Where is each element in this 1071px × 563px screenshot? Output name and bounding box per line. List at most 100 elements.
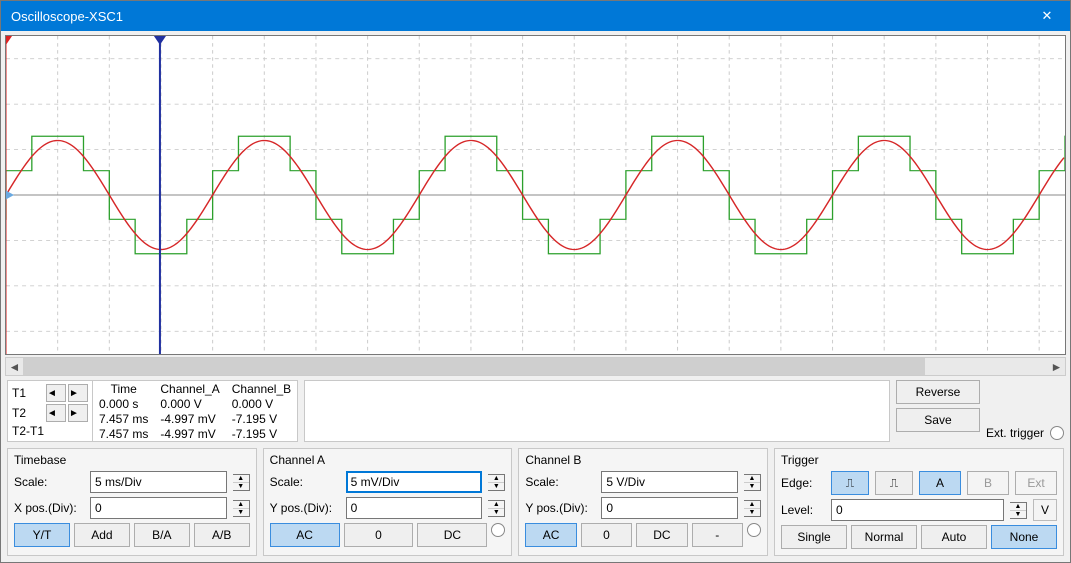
timebase-scale-spinner[interactable]: ▲▼ [233,474,250,491]
timebase-scale-input[interactable]: 5 ms/Div [90,471,227,493]
mode-ba-button[interactable]: B/A [134,523,190,547]
t2-cha: -4.997 mV [154,411,225,426]
timebase-xpos-spinner[interactable]: ▲▼ [233,500,250,517]
cha-scale-spinner[interactable]: ▲▼ [488,474,505,491]
chb-ypos-label: Y pos.(Div): [525,501,595,515]
chb-invert-button[interactable]: - [692,523,743,547]
scroll-left-icon[interactable]: ◄ [6,359,23,374]
horizontal-scrollbar[interactable]: ◄ ► [5,357,1066,376]
trigger-title: Trigger [781,453,1057,467]
timebase-group: Timebase Scale: 5 ms/Div ▲▼ X pos.(Div):… [7,448,257,556]
chb-title: Channel B [525,453,761,467]
mode-yt-button[interactable]: Y/T [14,523,70,547]
t1-right-button[interactable]: ► [68,384,88,402]
cha-ypos-spinner[interactable]: ▲▼ [488,500,505,517]
spin-up-icon[interactable]: ▲ [488,475,504,483]
spin-down-icon[interactable]: ▼ [488,483,504,490]
cha-ypos-input[interactable]: 0 [346,497,483,519]
readout-spacer [304,380,890,442]
cha-title: Channel A [270,453,506,467]
spin-up-icon[interactable]: ▲ [233,501,249,509]
chb-ac-button[interactable]: AC [525,523,576,547]
trigger-level-unit: V [1033,499,1057,521]
cha-scale-label: Scale: [270,475,340,489]
chb-zero-button[interactable]: 0 [581,523,632,547]
spin-down-icon[interactable]: ▼ [744,483,760,490]
chb-probe-indicator [747,523,761,537]
titlebar[interactable]: Oscilloscope-XSC1 ✕ [1,1,1070,31]
ext-trigger-label: Ext. trigger [986,426,1044,440]
chb-ypos-spinner[interactable]: ▲▼ [744,500,761,517]
edge-rising-button[interactable]: ⎍ [831,471,869,495]
reverse-button[interactable]: Reverse [896,380,980,404]
t1-left-button[interactable]: ◄ [46,384,66,402]
timebase-xpos-label: X pos.(Div): [14,501,84,515]
trigger-src-ext-button[interactable]: Ext [1015,471,1057,495]
t2-time: 7.457 ms [93,411,154,426]
trigger-level-input[interactable]: 0 [831,499,1004,521]
close-icon: ✕ [1042,8,1053,24]
ext-trigger-indicator [1050,426,1064,440]
spin-up-icon[interactable]: ▲ [488,501,504,509]
close-button[interactable]: ✕ [1024,1,1070,31]
window-title: Oscilloscope-XSC1 [11,9,123,24]
spin-down-icon[interactable]: ▼ [744,509,760,516]
mode-ab-button[interactable]: A/B [194,523,250,547]
scroll-thumb[interactable] [23,358,925,375]
channel-a-group: Channel A Scale: 5 mV/Div ▲▼ Y pos.(Div)… [263,448,513,556]
cha-ac-button[interactable]: AC [270,523,340,547]
chb-scale-input[interactable]: 5 V/Div [601,471,738,493]
oscilloscope-window: Oscilloscope-XSC1 ✕ ◄ ► T1 ◄ ► T2 ◄ [0,0,1071,563]
arrow-left-icon: ◄ [47,408,65,419]
waveform-display[interactable] [5,35,1066,355]
trigger-normal-button[interactable]: Normal [851,525,917,549]
cha-scale-input[interactable]: 5 mV/Div [346,471,483,493]
spin-up-icon[interactable]: ▲ [744,475,760,483]
cha-dc-button[interactable]: DC [417,523,487,547]
spin-down-icon[interactable]: ▼ [233,509,249,516]
spin-down-icon[interactable]: ▼ [488,509,504,516]
cha-ypos-label: Y pos.(Div): [270,501,340,515]
chb-scale-label: Scale: [525,475,595,489]
dt-chb: -7.195 V [226,426,297,441]
trigger-edge-label: Edge: [781,476,825,490]
scroll-right-icon[interactable]: ► [1048,359,1065,374]
edge-falling-icon: ⎍ [890,476,898,491]
edge-falling-button[interactable]: ⎍ [875,471,913,495]
trigger-level-label: Level: [781,503,825,517]
t2-chb: -7.195 V [226,411,297,426]
chb-ypos-input[interactable]: 0 [601,497,738,519]
chb-scale-spinner[interactable]: ▲▼ [744,474,761,491]
t1-chb: 0.000 V [226,396,297,411]
t2-right-button[interactable]: ► [68,404,88,422]
timebase-xpos-input[interactable]: 0 [90,497,227,519]
trigger-single-button[interactable]: Single [781,525,847,549]
trigger-none-button[interactable]: None [991,525,1057,549]
channel-b-group: Channel B Scale: 5 V/Div ▲▼ Y pos.(Div):… [518,448,768,556]
spin-down-icon[interactable]: ▼ [1010,511,1026,518]
chb-dc-button[interactable]: DC [636,523,687,547]
t1-time: 0.000 s [93,396,154,411]
spin-up-icon[interactable]: ▲ [1010,503,1026,511]
col-chb: Channel_B [226,381,297,396]
save-button[interactable]: Save [896,408,980,432]
mode-add-button[interactable]: Add [74,523,130,547]
spin-up-icon[interactable]: ▲ [233,475,249,483]
trigger-level-spinner[interactable]: ▲▼ [1010,502,1027,519]
spin-down-icon[interactable]: ▼ [233,483,249,490]
t2-left-button[interactable]: ◄ [46,404,66,422]
cursor-readout-table: Time Channel_A Channel_B 0.000 s 0.000 V… [93,381,297,441]
trigger-auto-button[interactable]: Auto [921,525,987,549]
trigger-src-a-button[interactable]: A [919,471,961,495]
cursor-readout-panel: T1 ◄ ► T2 ◄ ► T2-T1 Time Channel_A Chann… [7,380,298,442]
dt-cha: -4.997 mV [154,426,225,441]
arrow-right-icon: ► [69,388,87,399]
spin-up-icon[interactable]: ▲ [744,501,760,509]
edge-rising-icon: ⎍ [846,476,854,491]
arrow-right-icon: ► [69,408,87,419]
cha-zero-button[interactable]: 0 [344,523,414,547]
t1-cha: 0.000 V [154,396,225,411]
cursor-t2-label: T2 [12,406,44,420]
trigger-src-b-button[interactable]: B [967,471,1009,495]
dt-time: 7.457 ms [93,426,154,441]
